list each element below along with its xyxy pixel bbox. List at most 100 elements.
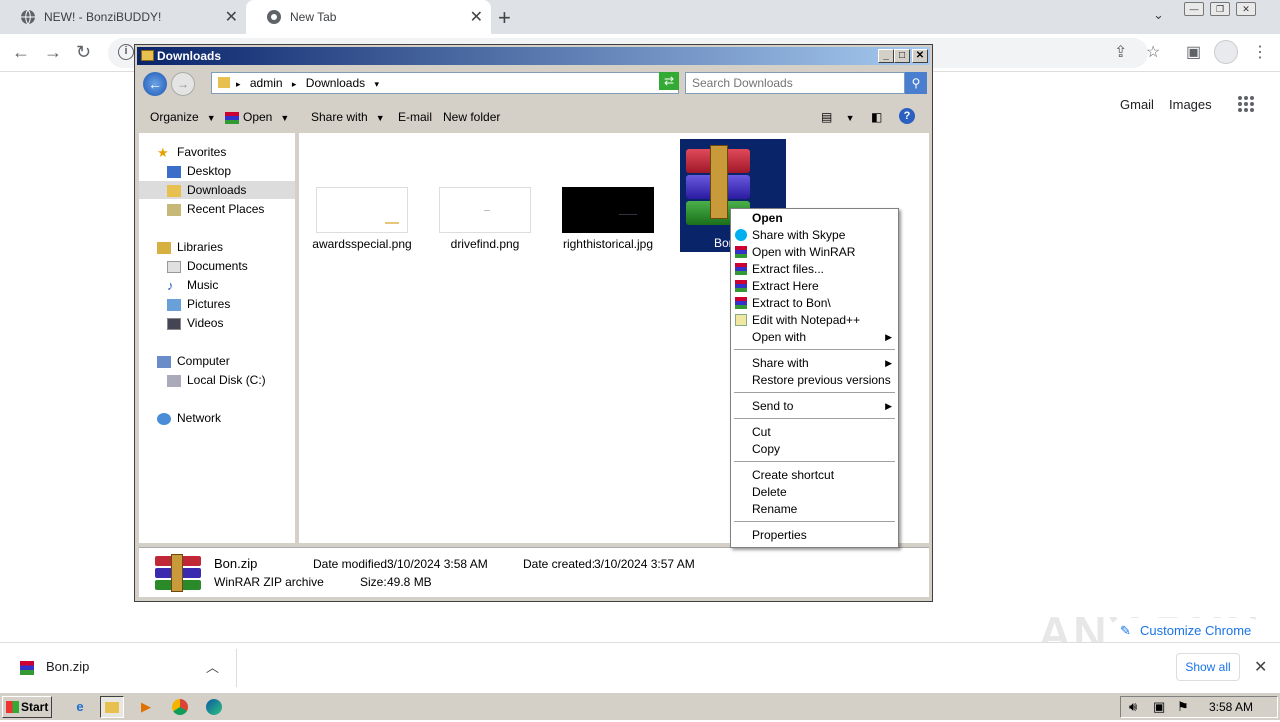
close-icon[interactable]: ✕ [1254,657,1267,677]
nav-favorites[interactable]: ★ Favorites [157,145,226,159]
chrome-taskbar-icon[interactable] [168,696,192,718]
share-with-button[interactable]: Share with ▼ [311,110,385,124]
share-icon[interactable]: ⇪ [1114,42,1127,62]
new-tab-button[interactable]: + [498,5,511,31]
nav-desktop[interactable]: Desktop [167,164,231,178]
details-pane: Bon.zip WinRAR ZIP archive Date modified… [139,547,929,597]
maximize-icon[interactable]: □ [894,49,910,63]
forward-icon[interactable]: → [44,42,62,63]
menu-item-open-with[interactable]: Open with ▶ [731,329,898,346]
start-button[interactable]: Start [2,696,52,718]
menu-separator [734,521,895,523]
menu-item-copy[interactable]: Copy [731,441,898,458]
open-button[interactable]: Open ▼ [225,110,289,124]
search-icon[interactable]: ⚲ [905,72,927,94]
nav-network[interactable]: Network [157,411,221,425]
nav-videos[interactable]: Videos [167,316,223,330]
views-icon[interactable]: ▤ ▼ [821,110,855,124]
file-item[interactable]: awardsspecial.png [307,187,417,251]
menu-item-extract-to-bon[interactable]: Extract to Bon\ [731,295,898,312]
tab-new-tab[interactable]: New Tab ✕ [246,0,491,34]
menu-item-share-with-skype[interactable]: Share with Skype [731,227,898,244]
refresh-icon[interactable]: ⇄ [659,72,679,90]
explorer-titlebar[interactable]: Downloads _ □ ✕ [137,47,930,65]
nav-music[interactable]: ♪ Music [167,278,218,292]
minimize-icon[interactable]: — [1184,2,1204,16]
nav-libraries[interactable]: Libraries [157,240,223,254]
menu-item-create-shortcut[interactable]: Create shortcut [731,467,898,484]
back-icon[interactable]: ← [12,42,30,63]
nav-recent-places[interactable]: Recent Places [167,202,264,216]
forward-icon[interactable]: → [171,72,195,96]
detail-created-label: Date created: [523,557,596,571]
image-thumbnail [439,187,531,233]
menu-item-cut[interactable]: Cut [731,424,898,441]
file-item[interactable]: righthistorical.jpg [553,187,663,251]
close-window-icon[interactable]: ✕ [1236,2,1256,16]
nav-computer[interactable]: Computer [157,354,230,368]
organize-button[interactable]: Organize ▼ [150,110,216,124]
close-icon[interactable]: ✕ [912,49,928,63]
nav-documents[interactable]: Documents [167,259,248,273]
images-link[interactable]: Images [1169,97,1212,112]
menu-item-restore-previous-versions[interactable]: Restore previous versions [731,372,898,389]
bookmark-star-icon[interactable]: ☆ [1146,42,1160,62]
chevron-up-icon[interactable]: ︿ [206,657,219,676]
menu-item-delete[interactable]: Delete [731,484,898,501]
file-item[interactable]: drivefind.png [430,187,540,251]
address-bar[interactable]: ▸ admin ▸ Downloads ▾ ▼ [211,72,723,94]
menu-item-extract-here[interactable]: Extract Here [731,278,898,295]
menu-item-open-with-winrar[interactable]: Open with WinRAR [731,244,898,261]
avatar[interactable] [1214,40,1238,64]
network-tray-icon[interactable]: ▣ [1153,699,1165,715]
action-center-flag-icon[interactable]: ⚑ [1177,699,1189,715]
clock[interactable]: 3:58 AM [1209,700,1253,714]
folder-icon [218,77,230,88]
customize-chrome-button[interactable]: ✎ Customize Chrome [1110,618,1262,644]
tab-search-icon[interactable]: ⌄ [1153,7,1164,23]
menu-item-extract-files[interactable]: Extract files... [731,261,898,278]
email-button[interactable]: E-mail [398,110,432,124]
menu-item-properties[interactable]: Properties [731,527,898,544]
tab-label: NEW! - BonziBUDDY! [44,10,162,24]
edge-icon[interactable] [202,696,226,718]
menu-separator [734,461,895,463]
preview-pane-icon[interactable]: ◧ [871,110,882,124]
breadcrumb-admin[interactable]: admin [250,76,283,90]
nav-pictures[interactable]: Pictures [167,297,230,311]
apps-grid-icon[interactable] [1238,96,1254,112]
menu-item-rename[interactable]: Rename [731,501,898,518]
search-input[interactable] [685,72,905,94]
side-panel-icon[interactable]: ▣ [1186,42,1201,62]
close-tab-icon[interactable]: ✕ [470,7,483,27]
nav-downloads[interactable]: Downloads [139,181,295,199]
menu-icon[interactable]: ⋮ [1252,42,1268,62]
new-folder-button[interactable]: New folder [443,110,500,124]
menu-item-share-with[interactable]: Share with ▶ [731,355,898,372]
help-icon[interactable]: ? [899,108,915,124]
nav-local-disk[interactable]: Local Disk (C:) [167,373,266,387]
minimize-icon[interactable]: _ [878,49,894,63]
gmail-link[interactable]: Gmail [1120,97,1154,112]
media-player-icon[interactable]: ▶ [134,696,158,718]
menu-item-open[interactable]: Open [731,210,898,227]
info-icon[interactable]: i [118,44,134,60]
download-item[interactable]: Bon.zip [20,659,89,675]
detail-modified-label: Date modified: [313,557,391,571]
menu-item-send-to[interactable]: Send to ▶ [731,398,898,415]
browser-tabstrip: NEW! - BonziBUDDY! ✕ New Tab ✕ + ⌄ — ❐ ✕ [0,0,1280,34]
explorer-taskbar-icon[interactable] [100,696,124,718]
restore-icon[interactable]: ❐ [1210,2,1230,16]
internet-explorer-icon[interactable]: e [68,696,92,718]
drive-icon [167,374,181,387]
breadcrumb-downloads[interactable]: Downloads [306,76,365,90]
tab-bonzibuddy[interactable]: NEW! - BonziBUDDY! ✕ [0,0,246,34]
close-tab-icon[interactable]: ✕ [225,7,238,27]
volume-icon[interactable]: 🔊︎ [1129,699,1137,715]
show-all-button[interactable]: Show all [1176,653,1240,681]
chrome-icon [267,10,281,24]
menu-item-edit-with-notepad[interactable]: Edit with Notepad++ [731,312,898,329]
reload-icon[interactable]: ↻ [76,42,91,63]
winrar-icon [20,660,34,675]
back-icon[interactable]: ← [143,72,167,96]
